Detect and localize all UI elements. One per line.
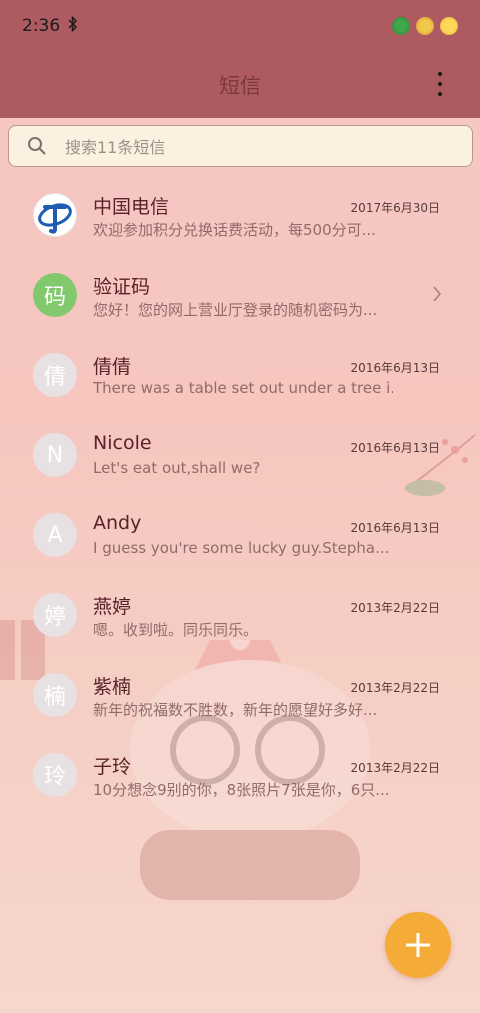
message-preview: I guess you're some lucky guy.Stepha... [93,539,390,557]
conversation-item-china-telecom[interactable]: 中国电信 2017年6月30日 欢迎参加积分兑换话费活动，每500分可... [0,175,480,255]
status-bar: 2:36 [0,0,480,52]
contact-name: Nicole [93,432,152,454]
contact-name: 紫楠 [93,676,132,698]
clover-icon [392,17,410,35]
conversation-item-verification-code[interactable]: 码 验证码 您好！您的网上营业厅登录的随机密码为... [0,255,480,335]
contact-name: 验证码 [93,276,151,298]
contact-name: 燕婷 [93,596,132,618]
message-preview: Let's eat out,shall we? [93,459,261,477]
contact-avatar: 婷 [33,593,77,637]
more-vert-icon[interactable] [434,72,446,96]
contact-avatar: 楠 [33,673,77,717]
app-header: 2:36 短信 [0,0,480,118]
message-preview: 新年的祝福数不胜数，新年的愿望好多好... [93,701,378,719]
conversation-item-zinan[interactable]: 楠 紫楠 2013年2月22日 新年的祝福数不胜数，新年的愿望好多好... [0,655,480,735]
chick-icon [440,17,458,35]
contact-name: 倩倩 [93,356,132,378]
search-icon [28,137,46,155]
bulb-icon [416,17,434,35]
conversation-item-andy[interactable]: A Andy 2016年6月13日 I guess you're some lu… [0,495,480,575]
contact-name: Andy [93,512,142,534]
message-preview: 10分想念9别的你，8张照片7张是你，6只... [93,781,390,799]
contact-name: 子玲 [93,756,132,778]
bluetooth-icon [68,15,78,36]
conversation-list: 中国电信 2017年6月30日 欢迎参加积分兑换话费活动，每500分可... 码… [0,175,480,815]
china-telecom-logo-avatar [33,193,77,237]
new-message-button[interactable] [385,912,451,978]
contact-avatar: A [33,513,77,557]
conversation-item-yanting[interactable]: 婷 燕婷 2013年2月22日 嗯。收到啦。同乐同乐。 [0,575,480,655]
contact-avatar: 倩 [33,353,77,397]
conversation-item-ziling[interactable]: 玲 子玲 2013年2月22日 10分想念9别的你，8张照片7张是你，6只... [0,735,480,815]
search-placeholder: 搜索11条短信 [65,138,166,157]
conversation-item-nicole[interactable]: N Nicole 2016年6月13日 Let's eat out,shall … [0,415,480,495]
message-date: 2013年2月22日 [350,601,440,615]
notification-icons [392,17,458,35]
message-date: 2013年2月22日 [350,761,440,775]
message-preview: 欢迎参加积分兑换话费活动，每500分可... [93,221,376,239]
conversation-item-qianqian[interactable]: 倩 倩倩 2016年6月13日 There was a table set ou… [0,335,480,415]
message-date: 2016年6月13日 [350,441,440,455]
message-preview: 嗯。收到啦。同乐同乐。 [93,621,259,639]
search-input[interactable]: 搜索11条短信 [8,125,473,167]
message-date: 2017年6月30日 [350,201,440,215]
message-date: 2013年2月22日 [350,681,440,695]
plus-icon [406,933,430,957]
contact-name: 中国电信 [93,196,170,218]
message-preview: 您好！您的网上营业厅登录的随机密码为... [93,301,378,319]
message-date: 2016年6月13日 [350,361,440,375]
page-title: 短信 [219,74,261,98]
contact-avatar: 码 [33,273,77,317]
contact-avatar: N [33,433,77,477]
contact-avatar: 玲 [33,753,77,797]
status-time: 2:36 [22,16,61,36]
message-date: 2016年6月13日 [350,521,440,535]
message-preview: There was a table set out under a tree i… [93,379,393,397]
chevron-right-icon [433,286,441,302]
